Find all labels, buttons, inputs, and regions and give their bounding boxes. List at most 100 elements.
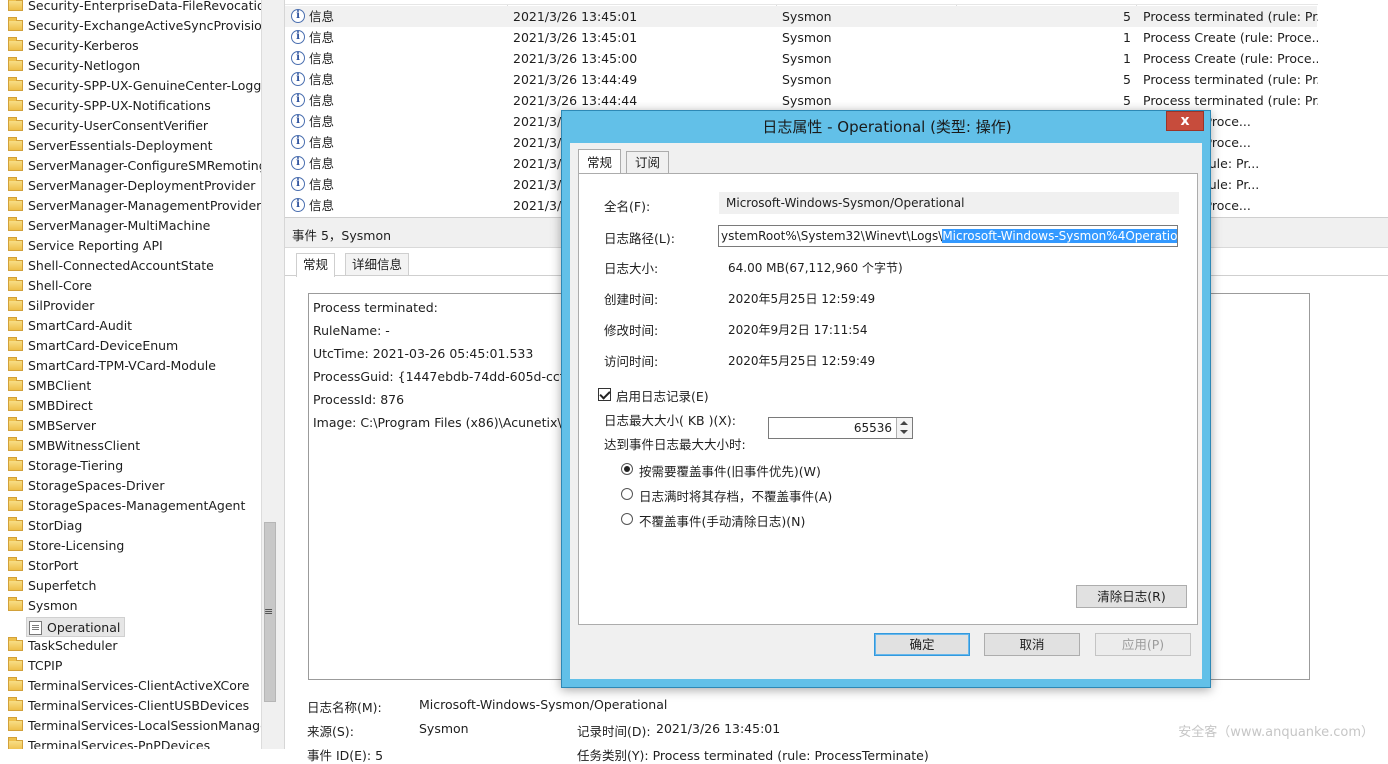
tree-item[interactable]: TerminalServices-LocalSessionManager [8, 716, 261, 736]
tree-item[interactable]: SMBServer [8, 416, 96, 436]
cancel-button[interactable]: 取消 [984, 633, 1080, 656]
tree-item[interactable]: StorageSpaces-ManagementAgent [8, 496, 245, 516]
event-date: 2021/3/26 13:45:00 [513, 51, 638, 66]
tree-item[interactable]: ServerManager-MultiMachine [8, 216, 210, 236]
folder-icon [8, 397, 23, 411]
tree-item[interactable]: TerminalServices-ClientUSBDevices [8, 696, 249, 716]
max-size-input[interactable]: 65536 [768, 417, 913, 439]
tree-item[interactable]: SMBWitnessClient [8, 436, 140, 456]
folder-icon [8, 677, 23, 691]
tree-item-label: TerminalServices-ClientUSBDevices [28, 698, 250, 713]
event-source: Sysmon [782, 51, 832, 66]
max-size-spinner[interactable] [896, 418, 912, 438]
table-row[interactable]: i 信息 2021/3/26 13:45:01 Sysmon 5 Process term… [285, 6, 1328, 27]
clear-log-button[interactable]: 清除日志(R) [1076, 585, 1187, 608]
table-row[interactable]: i 信息 2021/3/26 13:45:01 Sysmon 1 Process Crea… [285, 27, 1324, 48]
general-tab-page: 全名(F): Microsoft-Windows-Sysmon/Operatio… [578, 173, 1198, 625]
detail-tab-details[interactable]: 详细信息 [345, 253, 410, 276]
spin-down-icon[interactable] [900, 430, 908, 434]
modified-value: 2020年9月2日 17:11:54 [728, 323, 868, 337]
info-icon: i [291, 51, 305, 65]
event-id: 1 [1123, 30, 1131, 45]
tree-item[interactable]: Shell-Core [8, 276, 92, 296]
folder-icon [8, 537, 23, 551]
tree-item[interactable]: TerminalServices-ClientActiveXCore [8, 676, 249, 696]
tree-item[interactable]: ServerManager-DeploymentProvider [8, 176, 255, 196]
apply-button[interactable]: 应用(P) [1095, 633, 1191, 656]
tree-item-label: SMBServer [28, 418, 97, 433]
tree-item[interactable]: Security-UserConsentVerifier [8, 116, 208, 136]
folder-icon [8, 577, 23, 591]
folder-icon [8, 357, 23, 371]
watermark: 安全客（www.anquanke.com） [1178, 725, 1374, 740]
tree-item-label: StorageSpaces-Driver [28, 478, 165, 493]
pane-splitter[interactable] [278, 0, 285, 749]
tree-item[interactable]: Security-Kerberos [8, 36, 139, 56]
radio-archive[interactable] [621, 488, 633, 500]
ok-button[interactable]: 确定 [874, 633, 970, 656]
tree-item[interactable]: ServerManager-ManagementProvider [8, 196, 261, 216]
event-source: Sysmon [782, 30, 832, 45]
created-value: 2020年5月25日 12:59:49 [728, 292, 876, 306]
tree-item[interactable]: Security-Netlogon [8, 56, 140, 76]
tree-item[interactable]: TaskScheduler [8, 636, 118, 656]
tree-item[interactable]: SilProvider [8, 296, 94, 316]
tree-item-label: Security-Netlogon [28, 58, 141, 73]
info-icon: i [291, 9, 305, 23]
tree-item[interactable]: Storage-Tiering [8, 456, 123, 476]
folder-icon [8, 657, 23, 671]
tree-item[interactable]: Sysmon [8, 596, 78, 616]
tree-scrollbar[interactable] [261, 0, 279, 749]
folder-icon [8, 297, 23, 311]
tree-item[interactable]: Security-EnterpriseData-FileRevocationMa… [8, 0, 261, 16]
tree-item[interactable]: StorDiag [8, 516, 82, 536]
folder-icon [8, 197, 23, 211]
close-icon[interactable]: x [1166, 111, 1204, 131]
radio-no-overwrite[interactable] [621, 513, 633, 525]
tree-item-label: Operational [47, 620, 121, 635]
tree-item[interactable]: SMBDirect [8, 396, 93, 416]
tree-item[interactable]: Superfetch [8, 576, 96, 596]
tree-item[interactable]: Security-ExchangeActiveSyncProvisioning [8, 16, 261, 36]
table-row[interactable]: i 信息 2021/3/26 13:44:44 Sysmon 5 Process term… [285, 90, 1328, 111]
log-path-field[interactable]: ystemRoot%\System32\Winevt\Logs\Microsof… [718, 225, 1178, 247]
folder-icon [8, 77, 23, 91]
tree-item[interactable]: ServerEssentials-Deployment [8, 136, 213, 156]
tree-item[interactable]: StorPort [8, 556, 78, 576]
tree-item[interactable]: SMBClient [8, 376, 91, 396]
table-row[interactable]: i 信息 2021/3/26 13:44:49 Sysmon 5 Process term… [285, 69, 1328, 90]
tree-item[interactable]: StorageSpaces-Driver [8, 476, 165, 496]
table-row[interactable]: i 信息 2021/3/26 13:45:00 Sysmon 1 Process Crea… [285, 48, 1324, 69]
tree-item[interactable]: SmartCard-Audit [8, 316, 132, 336]
radio-overwrite[interactable] [621, 463, 633, 475]
info-icon: i [291, 135, 305, 149]
tree-item[interactable]: SmartCard-TPM-VCard-Module [8, 356, 216, 376]
tree-item[interactable]: TerminalServices-PnPDevices [8, 736, 210, 749]
log-tree: Security-EnterpriseData-FileRevocationMa… [0, 0, 261, 749]
spin-up-icon[interactable] [900, 421, 908, 425]
folder-icon [8, 37, 23, 51]
full-name-value: Microsoft-Windows-Sysmon/Operational [726, 196, 965, 210]
tree-item[interactable]: Shell-ConnectedAccountState [8, 256, 214, 276]
tree-item[interactable]: SmartCard-DeviceEnum [8, 336, 178, 356]
tab-general[interactable]: 常规 [578, 149, 622, 173]
full-name-label: 全名(F): [604, 199, 651, 214]
tree-item[interactable]: Store-Licensing [8, 536, 124, 556]
folder-icon [8, 257, 23, 271]
detail-tab-general[interactable]: 常规 [296, 253, 336, 277]
tree-item[interactable]: Service Reporting API [8, 236, 163, 256]
tree-item[interactable]: ServerManager-ConfigureSMRemoting [8, 156, 261, 176]
folder-icon [8, 417, 23, 431]
tree-item-label: SilProvider [28, 298, 95, 313]
source-label: 来源(S): [307, 724, 354, 739]
tree-item[interactable]: Security-SPP-UX-Notifications [8, 96, 211, 116]
enable-logging-checkbox[interactable] [598, 388, 611, 401]
logged-label: 记录时间(D): [577, 724, 651, 739]
folder-icon [8, 557, 23, 571]
source-value: Sysmon [419, 721, 469, 736]
tree-item[interactable]: Security-SPP-UX-GenuineCenter-Logging [8, 76, 261, 96]
tree-item-operational[interactable]: Operational [26, 617, 126, 637]
tree-item[interactable]: TCPIP [8, 656, 62, 676]
tab-subscription[interactable]: 订阅 [626, 151, 670, 174]
tree-item-label: Security-UserConsentVerifier [28, 118, 209, 133]
